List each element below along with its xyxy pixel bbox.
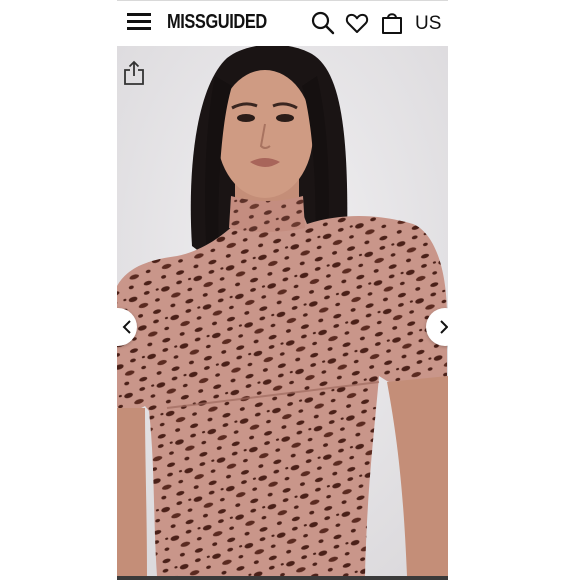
app-screen: MISSGUIDED US xyxy=(117,0,448,580)
bottom-divider xyxy=(117,576,448,580)
share-icon[interactable] xyxy=(123,60,145,86)
brand-logo[interactable]: MISSGUIDED xyxy=(167,11,267,34)
product-photo xyxy=(117,46,448,576)
region-selector[interactable]: US xyxy=(415,13,441,35)
heart-icon[interactable] xyxy=(344,10,370,36)
chevron-right-icon xyxy=(440,320,448,334)
status-divider xyxy=(117,0,448,1)
top-navigation-bar: MISSGUIDED US xyxy=(117,0,448,46)
product-image-gallery[interactable] xyxy=(117,46,448,576)
search-icon[interactable] xyxy=(310,10,336,36)
bag-icon[interactable] xyxy=(379,10,405,36)
chevron-left-icon xyxy=(122,320,131,334)
menu-icon[interactable] xyxy=(127,13,151,31)
